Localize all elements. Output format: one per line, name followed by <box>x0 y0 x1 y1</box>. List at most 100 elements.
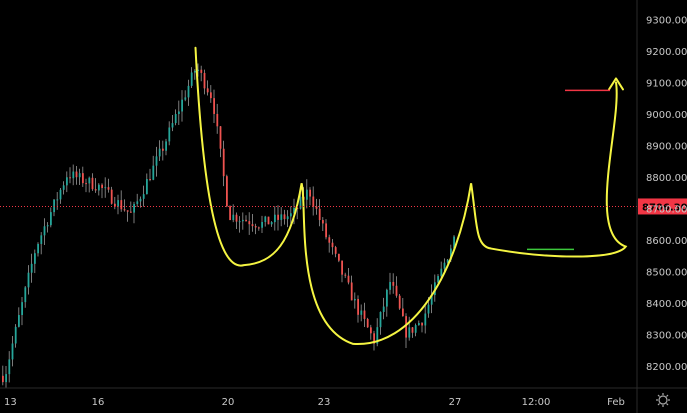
candle-body <box>200 69 203 73</box>
x-tick-label: 20 <box>222 397 235 408</box>
candle-body <box>43 226 46 236</box>
candle-body <box>216 113 219 127</box>
candle-body <box>354 298 356 301</box>
candle-body <box>110 189 113 204</box>
candle-body <box>290 213 292 217</box>
y-tick-label: 8700.00 <box>646 204 687 215</box>
candle-body <box>165 141 167 151</box>
y-tick-label: 8500.00 <box>646 267 687 278</box>
candle-body <box>126 210 129 212</box>
chart-background <box>0 0 687 413</box>
candle-body <box>398 295 401 309</box>
x-tick-label: 27 <box>449 397 462 408</box>
candle-body <box>14 326 17 344</box>
candle-body <box>120 200 123 210</box>
candle-body <box>226 176 228 207</box>
candle-body <box>411 327 414 333</box>
candle-body <box>78 173 81 178</box>
candle-body <box>270 222 273 225</box>
candle-body <box>104 187 107 189</box>
candle-body <box>347 275 350 283</box>
candle-body <box>59 189 62 200</box>
candle-body <box>162 148 164 151</box>
candle-body <box>34 253 36 264</box>
candle-body <box>210 92 212 99</box>
candle-body <box>206 88 209 93</box>
y-tick-label: 9100.00 <box>646 78 687 89</box>
candle-body <box>66 177 68 186</box>
candle-body <box>418 323 420 326</box>
candle-body <box>219 126 222 149</box>
price-chart[interactable]: 8706.30 8200.008300.008400.008500.008600… <box>0 0 687 413</box>
candle-body <box>261 221 263 228</box>
candle-body <box>168 127 171 142</box>
candle-body <box>392 281 395 286</box>
candle-body <box>315 206 318 209</box>
candle <box>267 216 270 225</box>
candle-body <box>443 262 446 269</box>
candle-body <box>91 177 94 190</box>
candle-body <box>40 235 43 244</box>
candle-body <box>344 274 347 276</box>
candle-body <box>194 71 196 73</box>
candle-body <box>235 214 238 222</box>
x-tick-label: 16 <box>92 397 105 408</box>
candle-body <box>158 148 161 157</box>
x-tick-label: Feb <box>607 397 625 408</box>
candle-body <box>370 327 372 334</box>
y-tick-label: 9000.00 <box>646 110 687 121</box>
candle-body <box>264 216 267 222</box>
candle <box>229 205 231 221</box>
candle-body <box>254 226 257 228</box>
y-tick-label: 8600.00 <box>646 236 687 247</box>
candle-body <box>75 171 78 178</box>
candle-body <box>155 156 158 166</box>
candle-body <box>30 263 33 273</box>
candle-body <box>62 185 65 190</box>
candle-body <box>69 177 71 179</box>
candle-body <box>283 214 286 220</box>
candle-body <box>229 206 231 221</box>
candle-body <box>27 272 30 288</box>
candle-body <box>56 199 59 201</box>
candle-body <box>101 184 103 189</box>
candle-body <box>98 184 100 191</box>
candle-body <box>267 216 270 225</box>
candle-body <box>338 253 340 261</box>
candle-body <box>213 98 215 114</box>
candle-body <box>11 343 14 360</box>
candle-body <box>130 211 132 213</box>
candle-body <box>203 72 206 89</box>
candle-body <box>190 72 193 86</box>
candle-body <box>286 216 289 220</box>
candle-body <box>123 209 126 211</box>
candle-body <box>133 203 135 213</box>
y-tick-label: 8300.00 <box>646 330 687 341</box>
candle-body <box>421 323 423 326</box>
candle-body <box>5 374 7 383</box>
x-tick-label: 23 <box>318 397 331 408</box>
candle-body <box>142 194 145 199</box>
candle-body <box>184 97 187 100</box>
candle-body <box>427 304 430 314</box>
candle-body <box>382 306 385 312</box>
candle-body <box>328 237 331 243</box>
candle-body <box>222 148 225 177</box>
candle-body <box>363 310 366 319</box>
candle-body <box>18 315 20 327</box>
candle-body <box>331 242 334 248</box>
candle-body <box>309 189 311 197</box>
y-tick-label: 9300.00 <box>646 15 687 26</box>
candle-body <box>85 183 87 185</box>
candle-body <box>248 221 251 225</box>
candle-body <box>8 359 11 375</box>
candle-body <box>46 225 49 227</box>
candle-body <box>117 200 119 207</box>
candle-body <box>82 173 84 184</box>
candle-body <box>178 111 180 115</box>
candle-body <box>318 208 321 221</box>
candle-body <box>424 313 427 326</box>
candle-body <box>2 375 4 383</box>
candle-body <box>242 219 244 222</box>
y-tick-label: 8800.00 <box>646 173 687 184</box>
